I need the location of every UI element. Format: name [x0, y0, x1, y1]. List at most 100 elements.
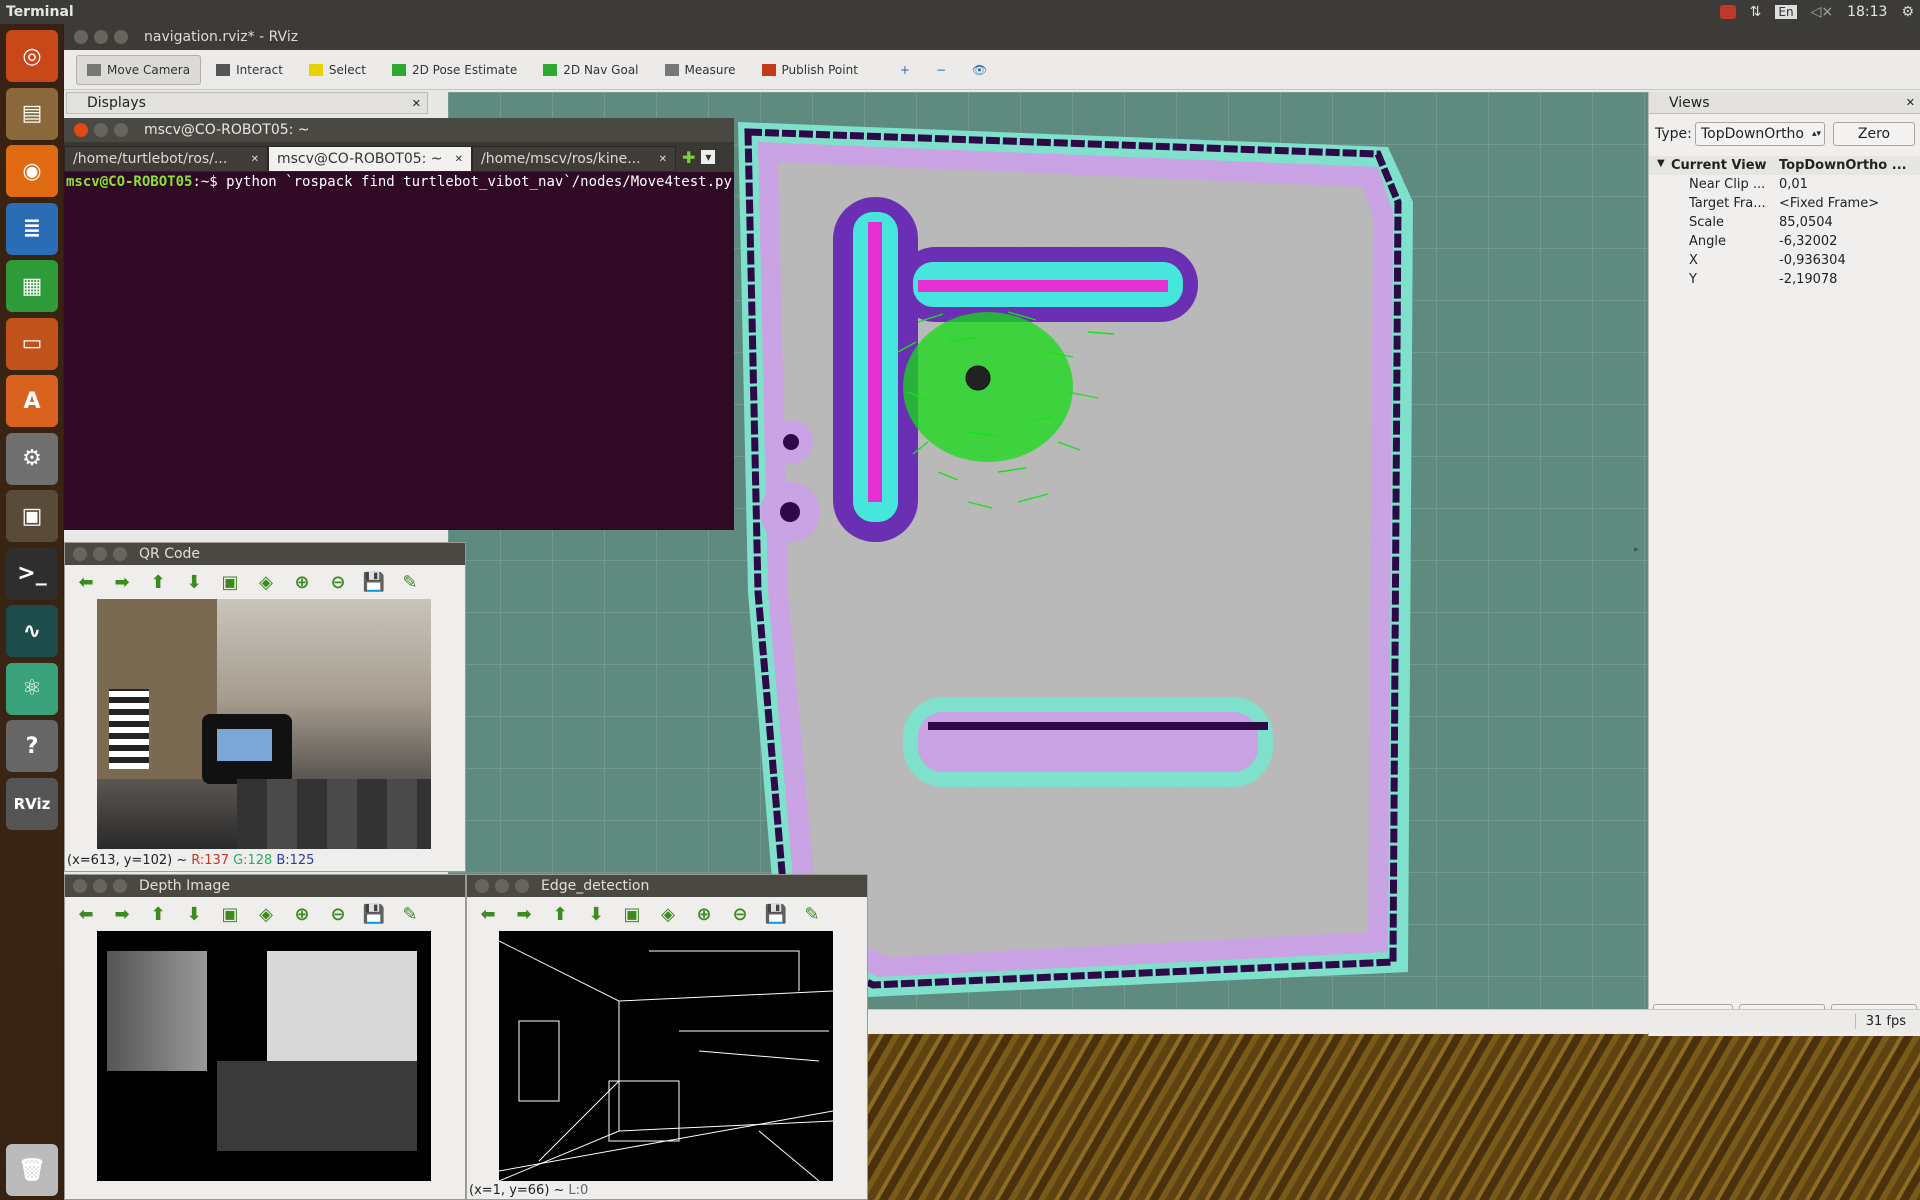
- expand-arrow-icon[interactable]: ▼: [1657, 158, 1665, 169]
- zoom-in-icon[interactable]: ⊕: [691, 903, 717, 925]
- brush-icon[interactable]: ✎: [397, 571, 423, 593]
- launcher-terminal-icon[interactable]: >_: [6, 547, 58, 600]
- view-prop-value[interactable]: <Fixed Frame>: [1773, 196, 1920, 211]
- fit-icon[interactable]: ◈: [253, 903, 279, 925]
- view-prop-row[interactable]: X -0,936304: [1649, 251, 1920, 270]
- launcher-system-monitor-icon[interactable]: ∿: [6, 605, 58, 657]
- forward-icon[interactable]: ➡: [511, 903, 537, 925]
- maximize-icon[interactable]: [113, 547, 127, 561]
- tool-interact[interactable]: Interact: [205, 55, 294, 85]
- tool-move-camera[interactable]: Move Camera: [76, 54, 202, 85]
- minimize-icon[interactable]: [93, 547, 107, 561]
- terminal-tab[interactable]: /home/mscv/ros/kine... ✕: [472, 146, 676, 172]
- view-prop-row[interactable]: Scale 85,0504: [1649, 213, 1920, 232]
- volume-icon[interactable]: ◁×: [1811, 4, 1834, 20]
- launcher-settings-icon[interactable]: ⚙: [6, 432, 58, 485]
- terminal-output[interactable]: mscv@CO-ROBOT05:~$ python `rospack find …: [66, 172, 732, 472]
- tool-2d-nav-goal[interactable]: 2D Nav Goal: [532, 55, 649, 85]
- view-prop-row[interactable]: Y -2,19078: [1649, 270, 1920, 289]
- image-icon[interactable]: ▣: [217, 903, 243, 925]
- view-prop-value[interactable]: 0,01: [1773, 177, 1920, 192]
- zoom-out-icon[interactable]: ⊖: [727, 903, 753, 925]
- network-icon[interactable]: ⇅: [1750, 4, 1762, 20]
- zero-button[interactable]: Zero: [1833, 122, 1915, 146]
- launcher-calc-icon[interactable]: ▦: [6, 260, 58, 312]
- system-gear-icon[interactable]: ⚙: [1901, 4, 1914, 20]
- image-icon[interactable]: ▣: [619, 903, 645, 925]
- launcher-ubuntu-dash-icon[interactable]: ◎: [6, 30, 58, 82]
- close-icon[interactable]: [475, 879, 489, 893]
- minimize-icon[interactable]: [93, 879, 107, 893]
- view-prop-row[interactable]: Target Fra... <Fixed Frame>: [1649, 194, 1920, 213]
- minimize-icon[interactable]: [495, 879, 509, 893]
- close-icon[interactable]: ✕: [1906, 96, 1915, 109]
- clock[interactable]: 18:13: [1847, 4, 1887, 20]
- minimize-icon[interactable]: [94, 30, 108, 44]
- zoom-in-icon[interactable]: ⊕: [289, 571, 315, 593]
- tool-2d-pose-estimate[interactable]: 2D Pose Estimate: [381, 55, 528, 85]
- maximize-icon[interactable]: [515, 879, 529, 893]
- launcher-rviz-icon[interactable]: RViz: [6, 777, 58, 830]
- launcher-writer-icon[interactable]: ≣: [6, 202, 58, 255]
- up-icon[interactable]: ⬆: [145, 903, 171, 925]
- trash-icon[interactable]: 🗑: [6, 1144, 58, 1196]
- zoom-in-icon[interactable]: ⊕: [289, 903, 315, 925]
- tool-publish-point[interactable]: Publish Point: [751, 55, 869, 85]
- launcher-help-icon[interactable]: ?: [6, 720, 58, 772]
- view-prop-row[interactable]: Angle -6,32002: [1649, 232, 1920, 251]
- maximize-icon[interactable]: [113, 879, 127, 893]
- launcher-files-icon[interactable]: ▤: [6, 87, 58, 140]
- brush-icon[interactable]: ✎: [397, 903, 423, 925]
- forward-icon[interactable]: ➡: [109, 571, 135, 593]
- up-icon[interactable]: ⬆: [547, 903, 573, 925]
- launcher-impress-icon[interactable]: ▭: [6, 317, 58, 370]
- maximize-icon[interactable]: [114, 123, 128, 137]
- save-icon[interactable]: 💾: [361, 903, 387, 925]
- down-icon[interactable]: ⬇: [181, 571, 207, 593]
- keyboard-language[interactable]: En: [1775, 5, 1797, 19]
- tool-measure[interactable]: Measure: [654, 55, 747, 85]
- view-prop-value[interactable]: -0,936304: [1773, 253, 1920, 268]
- brush-icon[interactable]: ✎: [799, 903, 825, 925]
- view-prop-value[interactable]: -2,19078: [1773, 272, 1920, 287]
- image-icon[interactable]: ▣: [217, 571, 243, 593]
- down-icon[interactable]: ⬇: [583, 903, 609, 925]
- new-tab-icon[interactable]: ✚: [676, 148, 701, 167]
- panel-collapse-arrow-icon[interactable]: ▸: [1634, 544, 1639, 555]
- terminal-tab[interactable]: /home/turtlebot/ros/... ✕: [64, 146, 268, 172]
- launcher-software-icon[interactable]: A: [6, 375, 58, 427]
- zoom-out-icon[interactable]: ⊖: [325, 903, 351, 925]
- minimize-icon[interactable]: [94, 123, 108, 137]
- back-icon[interactable]: ⬅: [73, 903, 99, 925]
- camera-type-icon[interactable]: 👁: [961, 55, 998, 85]
- tab-menu-icon[interactable]: ▾: [701, 150, 716, 164]
- close-icon[interactable]: [73, 879, 87, 893]
- launcher-firefox-icon[interactable]: ◉: [6, 145, 58, 197]
- view-type-select[interactable]: TopDownOrtho ▴▾: [1695, 122, 1825, 146]
- maximize-icon[interactable]: [114, 30, 128, 44]
- launcher-workspaces-icon[interactable]: ▣: [6, 490, 58, 542]
- forward-icon[interactable]: ➡: [109, 903, 135, 925]
- close-icon[interactable]: [74, 123, 88, 137]
- recording-icon[interactable]: [1719, 5, 1736, 19]
- back-icon[interactable]: ⬅: [475, 903, 501, 925]
- add-tool-icon[interactable]: +: [889, 55, 921, 85]
- view-prop-value[interactable]: 85,0504: [1773, 215, 1920, 230]
- close-icon[interactable]: [74, 30, 88, 44]
- view-prop-row[interactable]: Near Clip ... 0,01: [1649, 175, 1920, 194]
- close-icon[interactable]: [73, 547, 87, 561]
- close-tab-icon[interactable]: ✕: [659, 154, 667, 165]
- up-icon[interactable]: ⬆: [145, 571, 171, 593]
- zoom-out-icon[interactable]: ⊖: [325, 571, 351, 593]
- fit-icon[interactable]: ◈: [253, 571, 279, 593]
- save-icon[interactable]: 💾: [361, 571, 387, 593]
- fit-icon[interactable]: ◈: [655, 903, 681, 925]
- down-icon[interactable]: ⬇: [181, 903, 207, 925]
- close-icon[interactable]: ✕: [412, 97, 421, 110]
- view-prop-value[interactable]: -6,32002: [1773, 234, 1920, 249]
- launcher-atom-icon[interactable]: ⚛: [6, 662, 58, 715]
- back-icon[interactable]: ⬅: [73, 571, 99, 593]
- current-view-row[interactable]: Current View TopDownOrtho ...: [1649, 156, 1920, 175]
- terminal-tab[interactable]: mscv@CO-ROBOT05: ~ ✕: [268, 146, 472, 172]
- remove-tool-icon[interactable]: −: [925, 55, 957, 85]
